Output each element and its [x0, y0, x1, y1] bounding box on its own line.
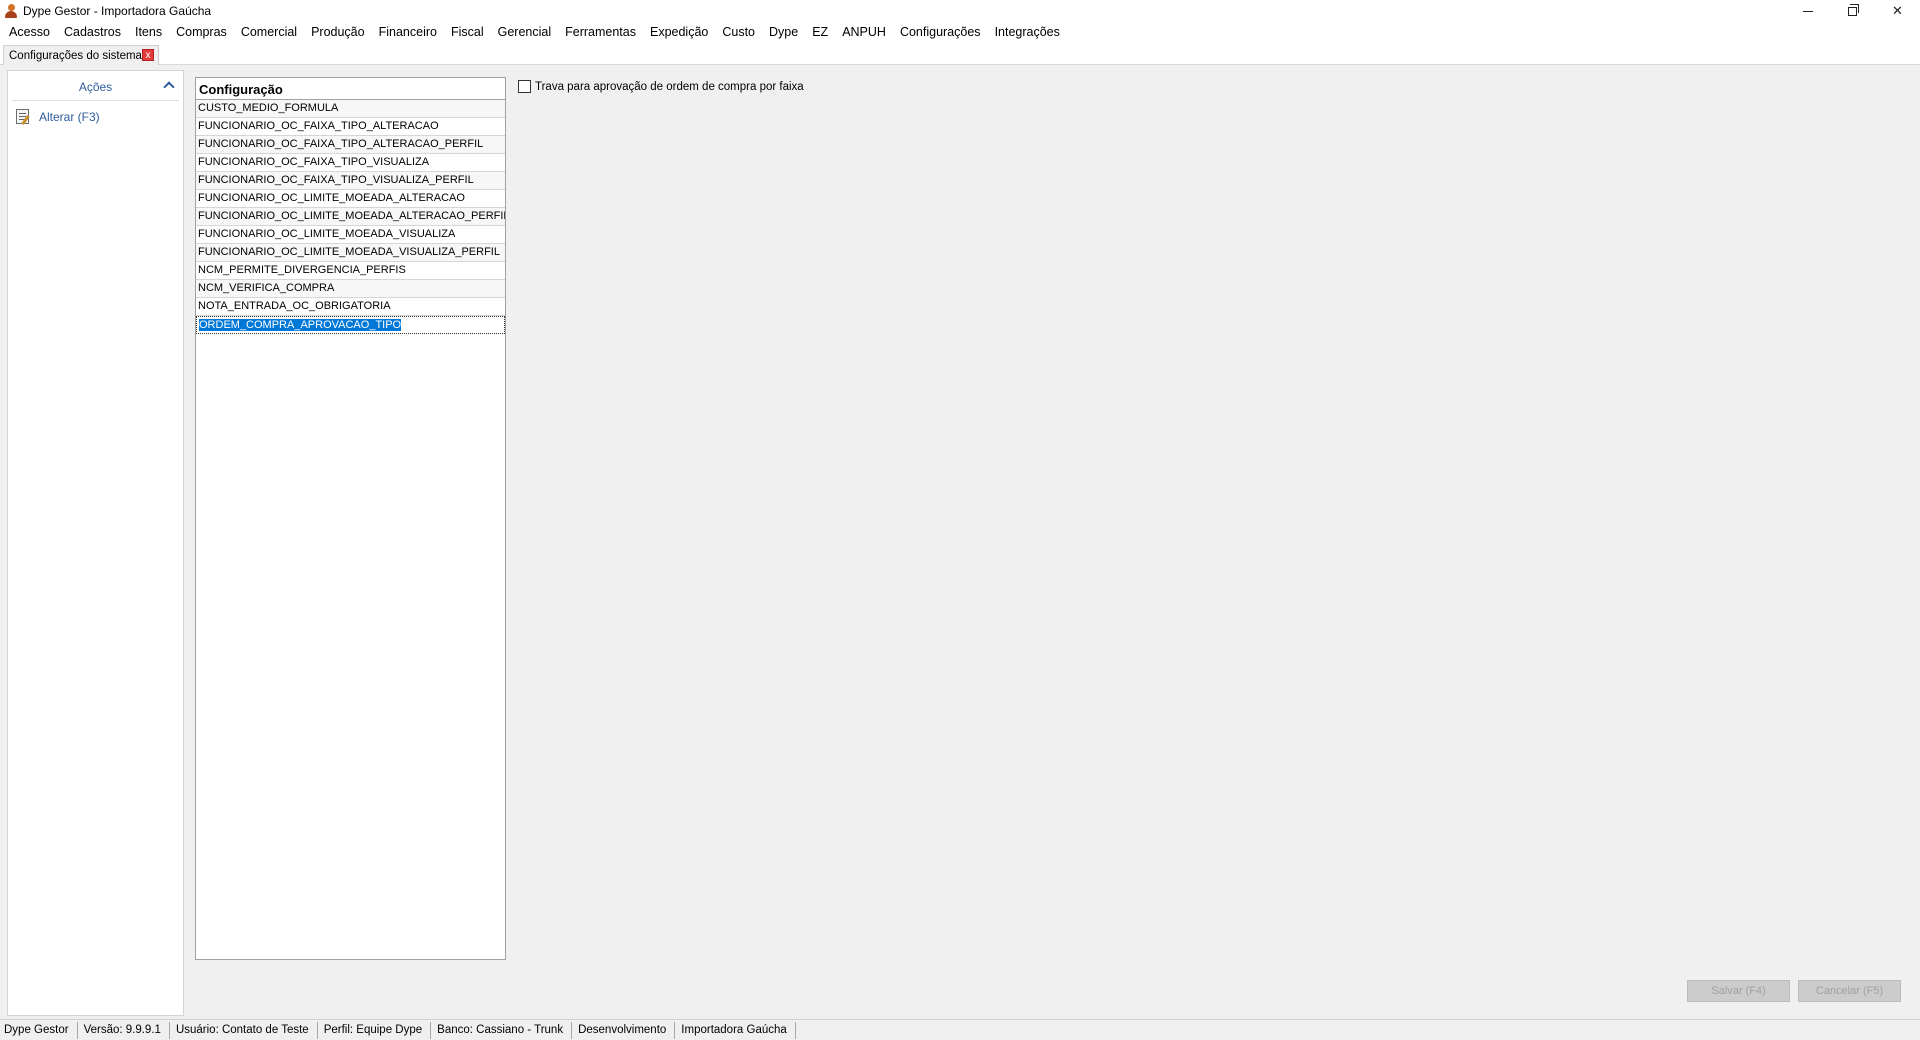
menu-expedicao[interactable]: Expedição: [643, 22, 715, 42]
restore-button[interactable]: [1830, 0, 1875, 22]
save-button[interactable]: Salvar (F4): [1687, 980, 1790, 1002]
list-item[interactable]: NOTA_ENTRADA_OC_OBRIGATORIA: [196, 298, 505, 316]
alterar-action[interactable]: Alterar (F3): [16, 109, 183, 124]
menu-cadastros[interactable]: Cadastros: [57, 22, 128, 42]
menu-ez[interactable]: EZ: [805, 22, 835, 42]
status-app: Dype Gestor: [0, 1021, 78, 1039]
chevron-up-icon[interactable]: [163, 81, 175, 93]
list-item[interactable]: FUNCIONARIO_OC_FAIXA_TIPO_VISUALIZA_PERF…: [196, 172, 505, 190]
trava-aprovacao-checkbox[interactable]: [518, 80, 531, 93]
menu-ferramentas[interactable]: Ferramentas: [558, 22, 643, 42]
configuration-rows: CUSTO_MEDIO_FORMULA FUNCIONARIO_OC_FAIXA…: [196, 100, 505, 334]
actions-panel: Ações Alterar (F3): [7, 70, 184, 1016]
status-bar: Dype Gestor Versão: 9.9.9.1 Usuário: Con…: [0, 1019, 1920, 1040]
main-content: Ações Alterar (F3) Configuração CUSTO_ME…: [0, 65, 1920, 1019]
window-title: Dype Gestor - Importadora Gaúcha: [23, 4, 212, 18]
menu-fiscal[interactable]: Fiscal: [444, 22, 491, 42]
configuration-list-header: Configuração: [196, 78, 505, 100]
menu-dype[interactable]: Dype: [762, 22, 805, 42]
menu-financeiro[interactable]: Financeiro: [372, 22, 444, 42]
trava-aprovacao-option[interactable]: Trava para aprovação de ordem de compra …: [518, 80, 804, 93]
cancel-button[interactable]: Cancelar (F5): [1798, 980, 1901, 1002]
list-item[interactable]: FUNCIONARIO_OC_LIMITE_MOEADA_ALTERACAO_P…: [196, 208, 505, 226]
tab-configuracoes-sistema[interactable]: Configurações do sistema x: [3, 45, 159, 65]
list-item[interactable]: FUNCIONARIO_OC_FAIXA_TIPO_VISUALIZA: [196, 154, 505, 172]
list-item[interactable]: FUNCIONARIO_OC_FAIXA_TIPO_ALTERACAO: [196, 118, 505, 136]
list-item-selected[interactable]: ORDEM_COMPRA_APROVACAO_TIPO: [196, 316, 505, 334]
configuration-list: Configuração CUSTO_MEDIO_FORMULA FUNCION…: [195, 77, 506, 960]
list-item[interactable]: FUNCIONARIO_OC_LIMITE_MOEADA_VISUALIZA: [196, 226, 505, 244]
menu-bar: Acesso Cadastros Itens Compras Comercial…: [0, 22, 1920, 42]
app-user-icon: [4, 4, 18, 18]
menu-custo[interactable]: Custo: [715, 22, 762, 42]
list-item[interactable]: FUNCIONARIO_OC_FAIXA_TIPO_ALTERACAO_PERF…: [196, 136, 505, 154]
title-bar: Dype Gestor - Importadora Gaúcha ✕: [0, 0, 1920, 22]
menu-anpuh[interactable]: ANPUH: [835, 22, 893, 42]
window-controls: ✕: [1785, 0, 1920, 22]
status-database: Banco: Cassiano - Trunk: [431, 1021, 573, 1039]
status-profile: Perfil: Equipe Dype: [318, 1021, 432, 1039]
status-environment: Desenvolvimento: [572, 1021, 676, 1039]
menu-configuracoes[interactable]: Configurações: [893, 22, 988, 42]
status-user: Usuário: Contato de Teste: [170, 1021, 318, 1039]
list-item[interactable]: NCM_VERIFICA_COMPRA: [196, 280, 505, 298]
close-tab-icon[interactable]: x: [142, 49, 154, 61]
actions-header[interactable]: Ações: [12, 73, 179, 101]
menu-producao[interactable]: Produção: [304, 22, 372, 42]
list-item[interactable]: FUNCIONARIO_OC_LIMITE_MOEADA_ALTERACAO: [196, 190, 505, 208]
menu-gerencial[interactable]: Gerencial: [491, 22, 559, 42]
tab-label: Configurações do sistema: [9, 49, 142, 62]
trava-aprovacao-label: Trava para aprovação de ordem de compra …: [535, 80, 804, 93]
menu-compras[interactable]: Compras: [169, 22, 234, 42]
status-version: Versão: 9.9.9.1: [78, 1021, 170, 1039]
menu-comercial[interactable]: Comercial: [234, 22, 304, 42]
menu-integracoes[interactable]: Integrações: [988, 22, 1067, 42]
menu-itens[interactable]: Itens: [128, 22, 169, 42]
list-item[interactable]: NCM_PERMITE_DIVERGENCIA_PERFIS: [196, 262, 505, 280]
list-item[interactable]: CUSTO_MEDIO_FORMULA: [196, 100, 505, 118]
status-company: Importadora Gaúcha: [675, 1021, 796, 1039]
minimize-button[interactable]: [1785, 0, 1830, 22]
actions-header-label: Ações: [78, 79, 113, 94]
menu-acesso[interactable]: Acesso: [2, 22, 57, 42]
close-window-button[interactable]: ✕: [1875, 0, 1920, 22]
alterar-action-label: Alterar (F3): [39, 109, 100, 124]
list-item[interactable]: FUNCIONARIO_OC_LIMITE_MOEADA_VISUALIZA_P…: [196, 244, 505, 262]
document-tab-strip: Configurações do sistema x: [0, 42, 1920, 65]
edit-icon: [16, 109, 29, 124]
